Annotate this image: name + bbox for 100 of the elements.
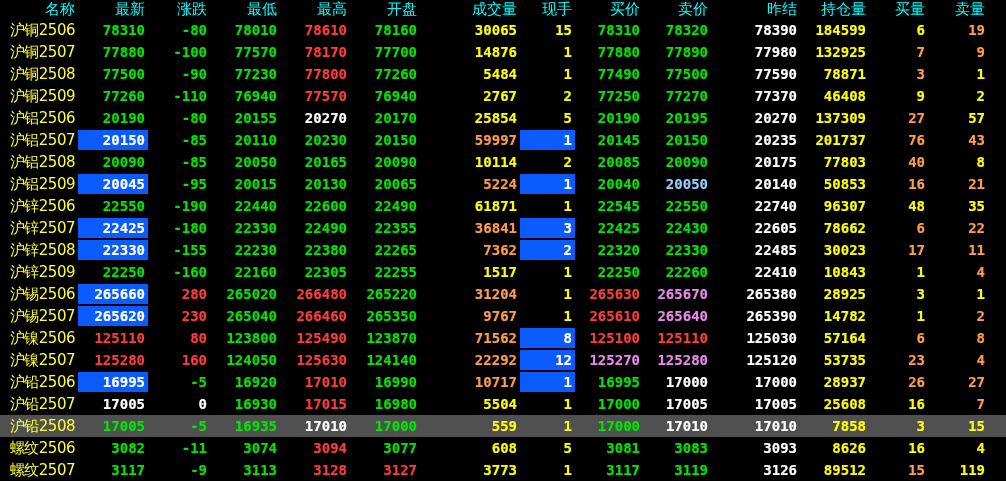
table-row[interactable]: 沪铅2506 16995 -5 16920 17010 16990 10717 1 16995 17000 17000 28937 26 27 [0, 371, 1006, 393]
table-cell: 27 [968, 374, 985, 390]
table-cell: 15 [908, 462, 925, 478]
table-row[interactable]: 沪铜2506 78310 -80 78010 78610 78160 30065 15 78310 78320 78390 184599 6 19 [0, 19, 1006, 41]
table-cell: 22485 [754, 242, 797, 258]
table-cell: 125630 [296, 352, 347, 368]
table-cell: 7 [916, 44, 925, 60]
contract-name: 沪锡2507 [8, 305, 76, 327]
table-cell: 20190 [597, 110, 640, 126]
table-row[interactable]: 螺纹2506 3082 -11 3074 3094 3077 608 5 3081 3083 3093 8626 16 4 [0, 437, 1006, 459]
table-cell: 4 [976, 440, 985, 456]
table-cell: 119 [959, 462, 985, 478]
table-row[interactable]: 沪铝2507 20150 -85 20110 20230 20150 59997 1 20145 20150 20235 201737 76 43 [0, 129, 1006, 151]
table-cell: 27 [908, 110, 925, 126]
table-cell: 1 [563, 132, 572, 148]
table-cell: 3081 [606, 440, 640, 456]
column-header[interactable]: 开盘 [350, 0, 420, 19]
table-cell: 3 [916, 66, 925, 82]
selected-row[interactable]: 沪铅2508 17005 -5 16935 17010 17000 559 1 17000 17010 17010 7858 3 15 [0, 415, 1006, 437]
table-row[interactable]: 沪铝2509 20045 -95 20015 20130 20065 5224 1 20040 20050 20140 50853 16 21 [0, 173, 1006, 195]
column-header[interactable]: 卖量 [928, 0, 988, 19]
table-row[interactable]: 沪铜2508 77500 -90 77230 77800 77260 5484 1 77490 77500 77590 78871 3 1 [0, 63, 1006, 85]
table-cell: 17010 [304, 418, 347, 434]
table-cell: 17015 [304, 396, 347, 412]
column-header[interactable]: 最低 [210, 0, 280, 19]
table-cell: 2 [976, 308, 985, 324]
table-cell: 20175 [754, 154, 797, 170]
table-cell: 1 [563, 396, 572, 412]
contract-name: 沪铝2508 [8, 151, 76, 173]
column-header[interactable]: 卖价 [643, 0, 711, 19]
table-cell: 1 [916, 308, 925, 324]
table-cell: 6 [916, 330, 925, 346]
table-row[interactable]: 沪锌2506 22550 -190 22440 22600 22490 61871 1 22545 22550 22740 96307 48 35 [0, 195, 1006, 217]
column-header[interactable]: 名称 [0, 0, 78, 19]
table-cell: 22292 [474, 352, 517, 368]
contract-name: 沪铝2506 [8, 107, 76, 129]
column-header[interactable]: 最高 [280, 0, 350, 19]
column-header[interactable]: 涨跌 [148, 0, 210, 19]
column-header[interactable]: 最新 [78, 0, 148, 19]
table-row[interactable]: 沪锌2508 22330 -155 22230 22380 22265 7362 2 22320 22330 22485 30023 17 11 [0, 239, 1006, 261]
table-row[interactable]: 沪铜2509 77260 -110 76940 77570 76940 2767 2 77250 77270 77370 46408 9 2 [0, 85, 1006, 107]
table-cell: 22440 [234, 198, 277, 214]
table-cell: 266480 [296, 286, 347, 302]
column-header[interactable]: 买价 [575, 0, 643, 19]
table-cell: 15 [968, 418, 985, 434]
table-cell: 20090 [665, 154, 708, 170]
table-row[interactable]: 沪锌2509 22250 -160 22160 22305 22255 1517 1 22250 22260 22410 10843 1 4 [0, 261, 1006, 283]
table-cell: 20050 [234, 154, 277, 170]
table-cell: 5484 [483, 66, 517, 82]
table-cell: 7858 [832, 418, 866, 434]
contract-name: 沪铜2506 [8, 19, 76, 41]
table-row[interactable]: 沪镍2506 125110 80 123800 125490 123870 71562 8 125100 125110 125030 57164 6 8 [0, 327, 1006, 349]
table-cell: 28925 [823, 286, 866, 302]
table-cell: 77370 [754, 88, 797, 104]
table-cell: 3127 [383, 462, 417, 478]
column-header[interactable]: 持仓量 [800, 0, 869, 19]
table-cell: 57 [968, 110, 985, 126]
table-cell: -9 [190, 462, 207, 478]
table-row[interactable]: 沪铝2506 20190 -80 20155 20270 20170 25854 5 20190 20195 20270 137309 27 57 [0, 107, 1006, 129]
table-cell: 2 [563, 242, 572, 258]
table-cell: 77700 [374, 44, 417, 60]
table-cell: 1517 [483, 264, 517, 280]
table-cell: 30023 [823, 242, 866, 258]
table-cell: 22320 [597, 242, 640, 258]
table-cell: 78310 [597, 22, 640, 38]
table-cell: 89512 [823, 462, 866, 478]
contract-name: 沪镍2506 [8, 327, 76, 349]
table-cell: 7 [976, 396, 985, 412]
table-cell: 265220 [366, 286, 417, 302]
table-row[interactable]: 沪锡2507 265620 230 265040 266460 265350 9767 1 265610 265640 265390 14782 1 2 [0, 305, 1006, 327]
table-cell: 17000 [597, 396, 640, 412]
table-row[interactable]: 沪铝2508 20090 -85 20050 20165 20090 10114 2 20085 20090 20175 77803 40 8 [0, 151, 1006, 173]
table-cell: 265020 [226, 286, 277, 302]
table-row[interactable]: 沪铜2507 77880 -100 77570 78170 77700 14876 1 77880 77890 77980 132925 7 9 [0, 41, 1006, 63]
column-header[interactable]: 现手 [520, 0, 575, 19]
table-cell: 1 [563, 286, 572, 302]
table-cell: 19 [968, 22, 985, 38]
table-cell: 36841 [474, 220, 517, 236]
table-cell: 124140 [366, 352, 417, 368]
column-header[interactable]: 买量 [869, 0, 928, 19]
table-cell: -155 [173, 242, 207, 258]
table-cell: 22230 [234, 242, 277, 258]
table-cell: 124050 [226, 352, 277, 368]
table-row[interactable]: 沪镍2507 125280 160 124050 125630 124140 22292 12 125270 125280 125120 53735 23 4 [0, 349, 1006, 371]
table-cell: 17000 [665, 374, 708, 390]
table-cell: 2 [563, 154, 572, 170]
table-cell: 132925 [815, 44, 866, 60]
column-header[interactable]: 成交量 [420, 0, 520, 19]
contract-name: 沪铅2507 [8, 393, 76, 415]
table-row[interactable]: 沪锌2507 22425 -180 22330 22490 22355 36841 3 22425 22430 22605 78662 6 22 [0, 217, 1006, 239]
table-cell: 1 [563, 418, 572, 434]
table-cell: 1 [563, 462, 572, 478]
table-row[interactable]: 沪铅2507 17005 0 16930 17015 16980 5504 1 17000 17005 17005 25608 16 7 [0, 393, 1006, 415]
table-row[interactable]: 螺纹2507 3117 -9 3113 3128 3127 3773 1 3117 3119 3126 89512 15 119 [0, 459, 1006, 481]
table-cell: 22265 [374, 242, 417, 258]
table-cell: -180 [173, 220, 207, 236]
table-cell: 77250 [597, 88, 640, 104]
table-cell: 77803 [823, 154, 866, 170]
table-row[interactable]: 沪锡2506 265660 280 265020 266480 265220 31204 1 265630 265670 265380 28925 3 1 [0, 283, 1006, 305]
column-header[interactable]: 昨结 [711, 0, 800, 19]
